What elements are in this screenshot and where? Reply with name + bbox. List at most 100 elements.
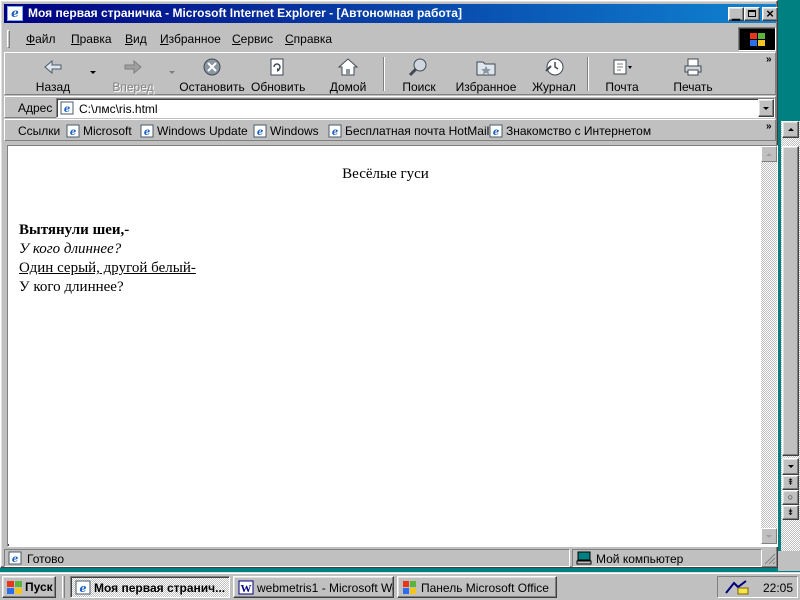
resize-grip-icon [764,553,776,565]
link-windows[interactable]: e Windows [253,124,319,138]
ie-link-icon: e [66,124,80,138]
address-bar: Адрес e C:\лмс\ris.html [4,96,776,118]
scroll-up-button[interactable] [761,146,777,162]
address-url: C:\лмс\ris.html [79,102,158,116]
page-viewport: Весёлые гуси Вытянули шеи,- У кого длинн… [7,145,778,547]
menu-bar: Файл Правка Вид Избранное Сервис Справка [4,27,736,51]
menu-grip[interactable] [7,30,10,48]
link-microsoft[interactable]: e Microsoft [66,124,132,138]
refresh-button[interactable]: Обновить [251,55,306,95]
clock[interactable]: 22:05 [763,581,793,595]
scroll-up-arrow-icon [788,128,794,131]
close-icon: × [766,6,774,21]
ie-icon: e [75,580,91,595]
favorites-button[interactable]: Избранное [455,55,517,95]
link-windows-update[interactable]: e Windows Update [140,124,248,138]
search-button[interactable]: Поиск [395,55,443,95]
task-ie-label: Моя первая странич... [94,581,226,595]
svg-text:e: e [64,104,70,115]
outer-scroll-up-button[interactable] [782,121,799,138]
mail-icon [613,59,632,75]
favorites-label: Избранное [455,80,517,94]
task-office-label: Панель Microsoft Office [421,581,549,595]
address-label: Адрес [18,101,53,115]
forward-dropdown-icon[interactable] [169,71,175,74]
title-bar[interactable]: e Моя первая страничка - Microsoft Inter… [4,4,778,23]
menu-tools[interactable]: Сервис [232,32,273,46]
scheduler-tray-icon[interactable] [724,579,752,596]
link-hotmail[interactable]: e Бесплатная почта HotMail [328,124,489,138]
page-vertical-scrollbar[interactable] [761,146,777,544]
menu-edit[interactable]: Правка [71,32,112,46]
toolbar-separator [383,57,385,91]
address-input[interactable]: e C:\лмс\ris.html [56,98,775,118]
svg-text:e: e [493,127,499,138]
resize-grip[interactable] [763,549,776,567]
minimize-button[interactable]: ▁ [728,7,744,21]
maximize-button[interactable] [744,7,760,21]
next-page-button[interactable]: ⇟ [782,505,799,520]
ie-link-icon: e [328,124,342,138]
prev-page-button[interactable]: ⇞ [782,475,799,490]
scroll-down-arrow-icon [788,465,794,468]
links-label: Ссылки [18,124,61,138]
status-zone-text: Мой компьютер [596,552,684,566]
menu-favorites[interactable]: Избранное [160,32,221,46]
ie-app-icon[interactable]: e [7,6,23,21]
menu-file[interactable]: Файл [26,32,56,46]
mail-button[interactable]: Почта [599,55,645,95]
menu-help[interactable]: Справка [285,32,332,46]
history-icon [545,58,564,76]
poem-line-plain: У кого длиннее? [19,279,124,295]
page-document: Весёлые гуси Вытянули шеи,- У кого длинн… [8,146,763,544]
task-ie[interactable]: e Моя первая странич... [70,576,230,598]
forward-arrow-icon [124,59,142,75]
windows-logo-icon [7,581,22,594]
back-dropdown-icon[interactable] [90,71,96,74]
home-button[interactable]: Домой [323,55,373,95]
refresh-icon [270,58,284,76]
stop-button[interactable]: Остановить [179,55,245,95]
address-dropdown-button[interactable] [758,99,774,117]
select-browse-object-button[interactable]: ○ [782,490,799,505]
close-button[interactable]: × [762,7,778,21]
status-zone-panel: Мой компьютер [572,549,762,567]
minimize-icon: ▁ [732,10,740,21]
my-computer-icon [576,551,592,565]
toolbar-separator [587,57,589,91]
print-label: Печать [673,80,713,94]
scroll-down-button[interactable] [761,528,777,544]
outer-scroll-thumb[interactable] [782,146,799,456]
task-word[interactable]: W webmetris1 - Microsoft Word [233,576,394,598]
home-icon [337,58,359,76]
background-app-scrollbar[interactable]: ⇞ ○ ⇟ [781,121,800,551]
start-button[interactable]: Пуск [2,576,56,598]
window-title: Моя первая страничка - Microsoft Interne… [28,6,462,20]
back-arrow-icon [44,59,62,75]
browse-object-icon: ○ [787,492,794,502]
link-internet-intro[interactable]: e Знакомство с Интернетом [489,124,651,138]
forward-label: Вперед [112,80,154,94]
forward-button[interactable]: Вперед [102,55,164,95]
scroll-down-arrow-icon [766,535,772,538]
double-up-arrow-icon: ⇞ [786,477,795,487]
outer-scroll-down-button[interactable] [782,458,799,475]
ie-status-icon: e [8,551,22,565]
links-bar: Ссылки e Microsoft e Windows Update e Windo… [4,119,776,141]
printer-icon [684,58,702,76]
task-office-panel[interactable]: Панель Microsoft Office [397,576,557,598]
history-button[interactable]: Журнал [529,55,579,95]
print-button[interactable]: Печать [669,55,717,95]
svg-text:W: W [241,583,252,595]
taskbar-grip[interactable] [62,576,65,598]
toolbar-more-chevron-icon[interactable]: » [766,54,772,65]
menu-view[interactable]: Вид [125,32,147,46]
back-label: Назад [35,80,71,94]
svg-text:e: e [12,554,18,565]
back-button[interactable]: Назад [23,55,83,95]
refresh-label: Обновить [251,80,306,94]
svg-text:e: e [70,127,76,138]
links-more-chevron-icon[interactable]: » [766,121,772,132]
system-tray: 22:05 [717,576,798,598]
home-label: Домой [329,80,367,94]
